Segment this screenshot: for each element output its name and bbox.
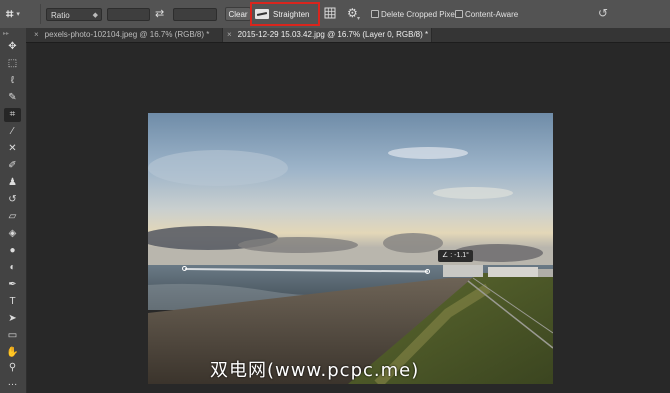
stamp-tool-icon[interactable]: ♟: [4, 176, 21, 190]
content-aware-label: Content-Aware: [465, 10, 519, 19]
tool-preset-picker[interactable]: ⌗ ▾: [6, 6, 36, 22]
close-icon[interactable]: ×: [34, 30, 39, 39]
tab-label: pexels-photo-102104.jpeg @ 16.7% (RGB/8)…: [44, 30, 210, 39]
close-icon[interactable]: ×: [227, 30, 232, 39]
hand-tool-icon[interactable]: ✋: [4, 346, 21, 360]
delete-cropped-label: Delete Cropped Pixels: [381, 10, 461, 19]
chevron-down-icon: ◆: [92, 12, 98, 19]
tools-panel: ▸▸ ✥ ⬚ ℓ ✎ ⌗ ⁄ ✕ ✐ ♟ ↺ ▱ ◈ ● ◐ ✒ T ➤ ▭ ✋ ⚲…: [0, 28, 27, 393]
healing-tool-icon[interactable]: ✕: [4, 142, 21, 156]
chevron-down-icon: ▾: [16, 11, 20, 18]
brush-tool-icon[interactable]: ✐: [4, 159, 21, 173]
swap-dimensions-icon[interactable]: ⇄: [155, 7, 164, 20]
path-select-tool-icon[interactable]: ➤: [4, 312, 21, 326]
angle-icon: ∠ :: [442, 252, 455, 259]
crop-preset-icon: ⌗: [6, 6, 14, 21]
pen-tool-icon[interactable]: ✒: [4, 278, 21, 292]
level-icon: [255, 9, 269, 19]
history-brush-tool-icon[interactable]: ↺: [4, 193, 21, 207]
type-tool-icon[interactable]: T: [4, 295, 21, 309]
eyedropper-tool-icon[interactable]: ⁄: [4, 125, 21, 139]
document-tabs: × pexels-photo-102104.jpeg @ 16.7% (RGB/8…: [26, 28, 670, 43]
beach-photo: [148, 113, 553, 384]
straighten-button[interactable]: Straighten: [255, 7, 315, 21]
clear-button[interactable]: Clear: [225, 7, 251, 21]
paint-bucket-tool-icon[interactable]: ◈: [4, 227, 21, 241]
lasso-tool-icon[interactable]: ℓ: [4, 74, 21, 88]
dodge-tool-icon[interactable]: ◐: [4, 261, 21, 275]
chevron-down-icon: ▾: [357, 16, 361, 22]
blur-tool-icon[interactable]: ●: [4, 244, 21, 258]
tab-label: 2015-12-29 15.03.42.jpg @ 16.7% (Layer 0…: [237, 30, 429, 39]
marquee-tool-icon[interactable]: ⬚: [4, 57, 21, 71]
watermark-text: 双电网(www.pcpc.me): [210, 360, 420, 381]
overlay-grid-icon[interactable]: [324, 7, 336, 19]
quick-select-tool-icon[interactable]: ✎: [4, 91, 21, 105]
rectangle-tool-icon[interactable]: ▭: [4, 329, 21, 343]
document-canvas[interactable]: [148, 113, 553, 384]
eraser-tool-icon[interactable]: ▱: [4, 210, 21, 224]
height-field[interactable]: [173, 8, 217, 21]
ratio-select[interactable]: Ratio ◆: [46, 8, 102, 21]
more-tools-icon[interactable]: …: [4, 376, 21, 390]
ratio-select-value: Ratio: [51, 11, 70, 20]
panel-grip[interactable]: ▸▸: [3, 30, 23, 38]
content-aware-checkbox[interactable]: [455, 10, 463, 18]
line-end-handle[interactable]: [425, 269, 430, 274]
divider: [40, 4, 41, 24]
tab-pexels-photo[interactable]: × pexels-photo-102104.jpeg @ 16.7% (RGB/8…: [30, 28, 220, 42]
delete-cropped-checkbox[interactable]: [371, 10, 379, 18]
options-bar: ⌗ ▾ Ratio ◆ ⇄ Clear Straighten ⚙ ▾ Delet…: [0, 0, 670, 29]
line-start-handle[interactable]: [182, 266, 187, 271]
move-tool-icon[interactable]: ✥: [4, 40, 21, 54]
reset-icon[interactable]: ↺: [598, 6, 608, 20]
width-field[interactable]: [107, 8, 150, 21]
crop-tool-icon[interactable]: ⌗: [4, 108, 21, 122]
angle-value: -1.1°: [454, 252, 469, 259]
straighten-label: Straighten: [273, 9, 310, 19]
tab-2015-12-29[interactable]: × 2015-12-29 15.03.42.jpg @ 16.7% (Layer …: [222, 28, 432, 42]
zoom-tool-icon[interactable]: ⚲: [4, 361, 21, 375]
angle-readout: ∠ : -1.1°: [438, 250, 473, 262]
